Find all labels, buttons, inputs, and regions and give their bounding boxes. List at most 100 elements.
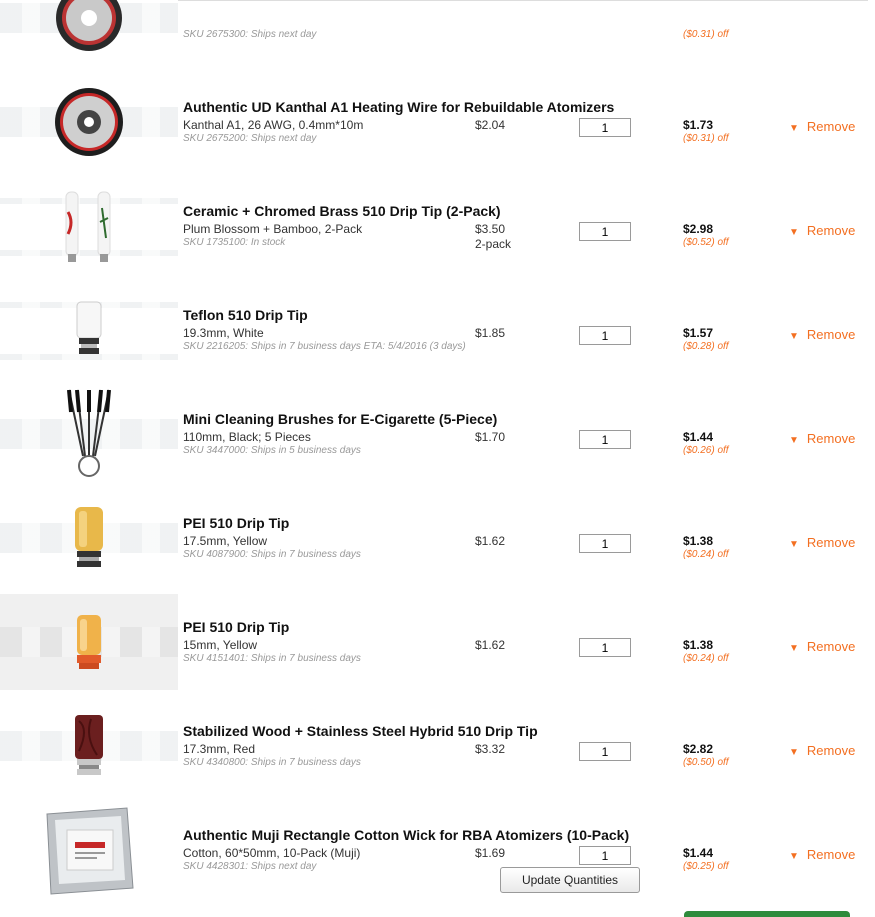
- product-thumbnail[interactable]: [0, 802, 178, 898]
- yellow-drip-tip-short-icon: [77, 615, 101, 669]
- line-total: $1.38: [683, 534, 714, 548]
- caret-down-icon: ▼: [789, 435, 799, 446]
- caret-down-icon: ▼: [789, 123, 799, 134]
- caret-down-icon: ▼: [789, 851, 799, 862]
- cart-item: Authentic Muji Rectangle Cotton Wick for…: [0, 798, 868, 902]
- cart-item: PEI 510 Drip Tip 17.5mm, Yellow SKU 4087…: [0, 486, 868, 590]
- item-name[interactable]: Ceramic + Chromed Brass 510 Drip Tip (2-…: [183, 203, 501, 219]
- item-variant: Cotton, 60*50mm, 10-Pack (Muji): [183, 846, 361, 860]
- unit-note: 2-pack: [475, 237, 512, 251]
- quantity-input[interactable]: [579, 222, 631, 241]
- item-sku: SKU 4151401: Ships in 7 business days: [183, 653, 361, 664]
- checkout-button[interactable]: [684, 911, 850, 917]
- unit-price: $1.62: [475, 638, 506, 652]
- cleaning-brushes-icon: [67, 389, 111, 477]
- remove-item-button[interactable]: ▼ Remove: [789, 535, 855, 550]
- remove-item-button[interactable]: ▼ Remove: [789, 223, 855, 238]
- item-name[interactable]: Mini Cleaning Brushes for E-Cigarette (5…: [183, 411, 497, 427]
- white-drip-tip-icon: [76, 301, 102, 354]
- item-sku: SKU 2216205: Ships in 7 business days ET…: [183, 341, 466, 352]
- item-variant: 19.3mm, White: [183, 326, 264, 340]
- remove-item-button[interactable]: ▼ Remove: [789, 639, 855, 654]
- quantity-input[interactable]: [579, 846, 631, 865]
- product-thumbnail[interactable]: [0, 698, 178, 794]
- remove-item-button[interactable]: ▼ Remove: [789, 327, 855, 342]
- line-total: $1.73: [683, 118, 714, 132]
- caret-down-icon: ▼: [789, 643, 799, 654]
- savings-amount: ($0.24) off: [683, 653, 729, 664]
- item-sku: SKU 4340800: Ships in 7 business days: [183, 757, 361, 768]
- cart-item: Mini Cleaning Brushes for E-Cigarette (5…: [0, 382, 868, 486]
- remove-item-button[interactable]: ▼ Remove: [789, 119, 855, 134]
- quantity-input[interactable]: [579, 638, 631, 657]
- line-total: $1.57: [683, 326, 714, 340]
- caret-down-icon: ▼: [789, 539, 799, 550]
- savings-amount: ($0.31) off: [683, 29, 729, 40]
- item-variant: 110mm, Black; 5 Pieces: [183, 430, 311, 444]
- line-total: $1.38: [683, 638, 714, 652]
- wire-spool-icon: [55, 88, 123, 156]
- item-sku: SKU 4087900: Ships in 7 business days: [183, 549, 361, 560]
- savings-amount: ($0.31) off: [683, 133, 729, 144]
- remove-item-button[interactable]: ▼ Remove: [789, 743, 855, 758]
- caret-down-icon: ▼: [789, 227, 799, 238]
- item-name[interactable]: Stabilized Wood + Stainless Steel Hybrid…: [183, 723, 538, 739]
- item-variant: Kanthal A1, 26 AWG, 0.4mm*10m: [183, 118, 364, 132]
- caret-down-icon: ▼: [789, 747, 799, 758]
- savings-amount: ($0.25) off: [683, 861, 729, 872]
- cart-item: PEI 510 Drip Tip 15mm, Yellow SKU 415140…: [0, 590, 868, 694]
- quantity-input[interactable]: [579, 118, 631, 137]
- item-sku: SKU 3447000: Ships in 5 business days: [183, 445, 361, 456]
- item-name[interactable]: Authentic Muji Rectangle Cotton Wick for…: [183, 827, 629, 843]
- item-sku: SKU 4428301: Ships next day: [183, 861, 317, 872]
- item-variant: 17.3mm, Red: [183, 742, 256, 756]
- unit-price: $1.69: [475, 846, 506, 860]
- quantity-input[interactable]: [579, 534, 631, 553]
- unit-price: $3.32: [475, 742, 506, 756]
- unit-price: $3.50 2-pack: [475, 222, 512, 251]
- quantity-input[interactable]: [579, 742, 631, 761]
- line-total: $2.98: [683, 222, 714, 236]
- cart-item: Ceramic + Chromed Brass 510 Drip Tip (2-…: [0, 174, 868, 278]
- item-sku: SKU 1735100: In stock: [183, 237, 286, 248]
- product-thumbnail[interactable]: [0, 594, 178, 690]
- item-sku: SKU 2675200: Ships next day: [183, 133, 317, 144]
- savings-amount: ($0.52) off: [683, 237, 729, 248]
- item-name[interactable]: Teflon 510 Drip Tip: [183, 307, 308, 323]
- cotton-pack-icon: [46, 807, 134, 895]
- product-thumbnail[interactable]: [0, 282, 178, 378]
- remove-item-button[interactable]: ▼ Remove: [789, 431, 855, 446]
- ceramic-drip-tip-icon: [65, 191, 111, 262]
- savings-amount: ($0.50) off: [683, 757, 729, 768]
- unit-price: $1.70: [475, 430, 506, 444]
- cart-item: Authentic UD Kanthal A1 Heating Wire for…: [0, 70, 868, 174]
- product-thumbnail[interactable]: [0, 0, 178, 66]
- item-variant: 17.5mm, Yellow: [183, 534, 268, 548]
- cart-item: SKU 2675300: Ships next day ($0.31) off: [0, 0, 868, 70]
- product-thumbnail[interactable]: [0, 74, 178, 170]
- line-total: $1.44: [683, 430, 714, 444]
- item-variant: 15mm, Yellow: [183, 638, 258, 652]
- product-thumbnail[interactable]: [0, 386, 178, 482]
- cart-item: Teflon 510 Drip Tip 19.3mm, White SKU 22…: [0, 278, 868, 382]
- item-variant: Plum Blossom + Bamboo, 2-Pack: [183, 222, 363, 236]
- caret-down-icon: ▼: [789, 331, 799, 342]
- savings-amount: ($0.28) off: [683, 341, 729, 352]
- item-name[interactable]: Authentic UD Kanthal A1 Heating Wire for…: [183, 99, 614, 115]
- item-name[interactable]: PEI 510 Drip Tip: [183, 619, 289, 635]
- item-name[interactable]: PEI 510 Drip Tip: [183, 515, 289, 531]
- item-sku: SKU 2675300: Ships next day: [183, 29, 317, 40]
- line-total: $1.44: [683, 846, 714, 860]
- cart-item-list: SKU 2675300: Ships next day ($0.31) off …: [0, 0, 868, 902]
- wood-drip-tip-icon: [75, 715, 103, 775]
- product-thumbnail[interactable]: [0, 490, 178, 586]
- update-quantities-button[interactable]: Update Quantities: [500, 867, 640, 893]
- quantity-input[interactable]: [579, 430, 631, 449]
- cart-item: Stabilized Wood + Stainless Steel Hybrid…: [0, 694, 868, 798]
- product-thumbnail[interactable]: [0, 178, 178, 274]
- wire-spool-icon: [56, 0, 122, 51]
- unit-price: $1.62: [475, 534, 506, 548]
- unit-price: $2.04: [475, 118, 506, 132]
- quantity-input[interactable]: [579, 326, 631, 345]
- remove-item-button[interactable]: ▼ Remove: [789, 847, 855, 862]
